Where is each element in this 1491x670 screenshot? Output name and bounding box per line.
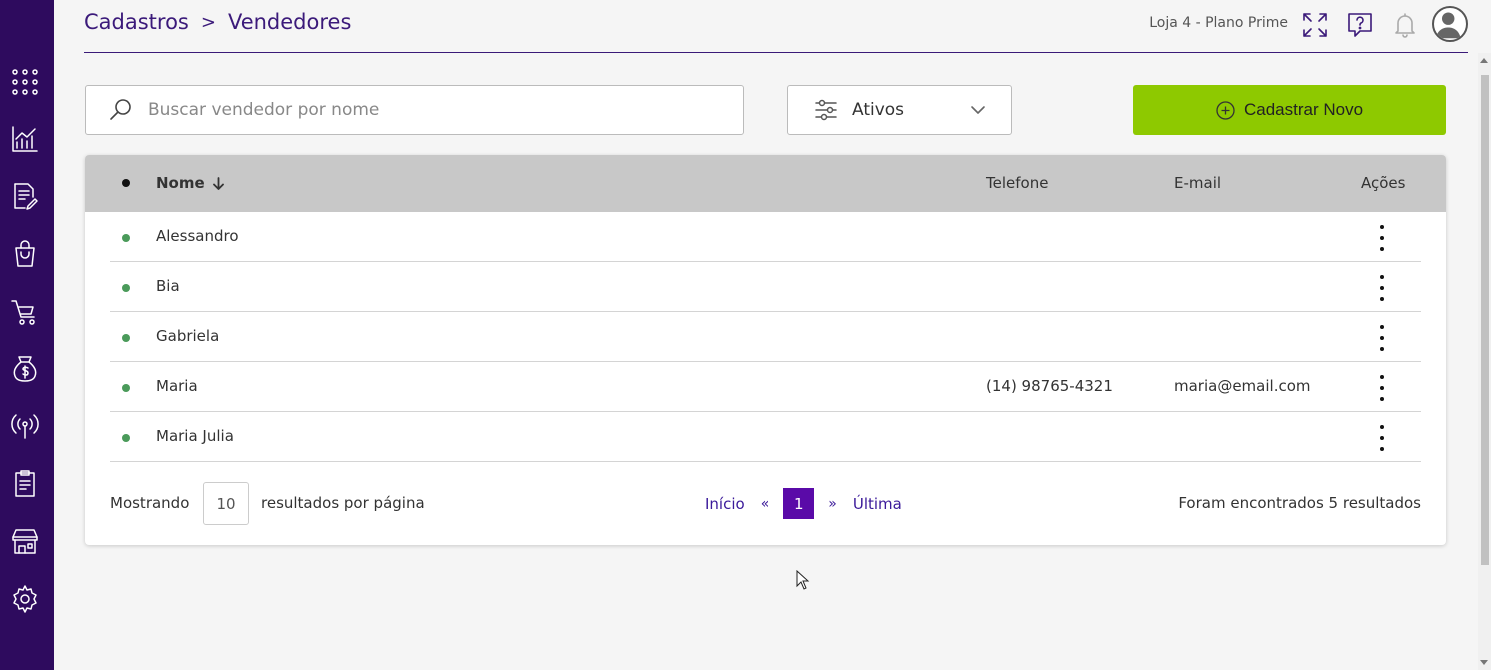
table-row[interactable]: Maria Julia xyxy=(110,412,1421,462)
store-label[interactable]: Loja 4 - Plano Prime xyxy=(1149,15,1288,31)
row-actions-menu[interactable] xyxy=(1372,275,1392,301)
broadcast-icon[interactable] xyxy=(9,410,41,442)
column-name-sort[interactable]: Nome xyxy=(156,174,225,192)
last-page-link[interactable]: Última xyxy=(853,495,902,513)
scroll-up-icon[interactable] xyxy=(1480,58,1488,63)
status-filter-select[interactable]: Ativos xyxy=(787,85,1012,135)
pagination: Início « 1 » Última xyxy=(705,488,902,519)
document-edit-icon[interactable] xyxy=(9,180,41,212)
status-dot xyxy=(122,284,130,292)
search-box[interactable] xyxy=(85,85,744,135)
search-icon xyxy=(110,99,131,120)
seller-name: Alessandro xyxy=(156,227,239,245)
status-dot xyxy=(122,234,130,242)
arrow-down-icon xyxy=(212,176,224,190)
status-dot xyxy=(122,384,130,392)
breadcrumb-parent[interactable]: Cadastros xyxy=(84,10,189,34)
shopping-bag-icon[interactable] xyxy=(9,238,41,270)
apps-grid-icon[interactable] xyxy=(9,66,41,98)
money-bag-icon[interactable] xyxy=(9,353,41,385)
fullscreen-icon[interactable] xyxy=(1300,10,1330,40)
column-phone: Telefone xyxy=(986,174,1049,192)
row-actions-menu[interactable] xyxy=(1372,225,1392,251)
breadcrumb-current: Vendedores xyxy=(227,10,352,34)
table-footer: Mostrando 10 resultados por página Iníci… xyxy=(110,482,1421,526)
status-header-dot xyxy=(122,179,130,187)
sellers-table: Nome Telefone E-mail Ações Alessandro Bi… xyxy=(85,155,1446,545)
add-seller-button[interactable]: Cadastrar Novo xyxy=(1133,85,1446,135)
table-row[interactable]: Bia xyxy=(110,262,1421,312)
seller-name: Maria xyxy=(156,377,198,395)
row-actions-menu[interactable] xyxy=(1372,375,1392,401)
breadcrumb: Cadastros > Vendedores xyxy=(84,10,351,34)
per-page-select[interactable]: 10 xyxy=(203,482,249,525)
seller-email: maria@email.com xyxy=(1174,377,1311,395)
filter-selected-value: Ativos xyxy=(852,100,905,120)
mouse-cursor-icon xyxy=(796,570,810,590)
cart-icon[interactable] xyxy=(9,296,41,328)
page-scrollbar[interactable] xyxy=(1478,53,1491,670)
first-page-link[interactable]: Início xyxy=(705,495,745,513)
prev-page-link[interactable]: « xyxy=(761,496,770,512)
avatar[interactable] xyxy=(1432,6,1468,42)
chart-icon[interactable] xyxy=(9,123,41,155)
gear-icon[interactable] xyxy=(9,583,41,615)
bell-icon[interactable] xyxy=(1390,10,1420,40)
seller-phone: (14) 98765-4321 xyxy=(986,377,1113,395)
scroll-down-icon[interactable] xyxy=(1480,660,1488,665)
column-email: E-mail xyxy=(1174,174,1222,192)
next-page-link[interactable]: » xyxy=(828,496,837,512)
per-page-label: resultados por página xyxy=(261,494,425,512)
column-name-label: Nome xyxy=(156,174,205,192)
sliders-icon xyxy=(814,98,838,122)
status-dot xyxy=(122,334,130,342)
seller-name: Maria Julia xyxy=(156,427,234,445)
row-actions-menu[interactable] xyxy=(1372,425,1392,451)
table-row[interactable]: Alessandro xyxy=(110,212,1421,262)
breadcrumb-separator: > xyxy=(200,11,216,33)
table-row[interactable]: Gabriela xyxy=(110,312,1421,362)
table-row[interactable]: Maria (14) 98765-4321 maria@email.com xyxy=(110,362,1421,412)
results-count: Foram encontrados 5 resultados xyxy=(1178,494,1421,512)
header: Cadastros > Vendedores Loja 4 - Plano Pr… xyxy=(84,0,1468,53)
clipboard-icon[interactable] xyxy=(9,468,41,500)
status-dot xyxy=(122,434,130,442)
help-icon[interactable] xyxy=(1345,10,1375,40)
store-icon[interactable] xyxy=(9,525,41,557)
scrollbar-thumb[interactable] xyxy=(1481,75,1489,565)
search-input[interactable] xyxy=(148,100,708,120)
row-actions-menu[interactable] xyxy=(1372,325,1392,351)
table-header: Nome Telefone E-mail Ações xyxy=(85,155,1446,212)
chevron-down-icon xyxy=(970,102,986,118)
plus-circle-icon xyxy=(1216,100,1235,120)
column-actions: Ações xyxy=(1361,174,1406,192)
sidebar xyxy=(0,0,54,670)
add-seller-label: Cadastrar Novo xyxy=(1243,100,1364,119)
seller-name: Gabriela xyxy=(156,327,220,345)
showing-label: Mostrando xyxy=(110,494,190,512)
page-1-button[interactable]: 1 xyxy=(783,488,815,519)
seller-name: Bia xyxy=(156,277,180,295)
